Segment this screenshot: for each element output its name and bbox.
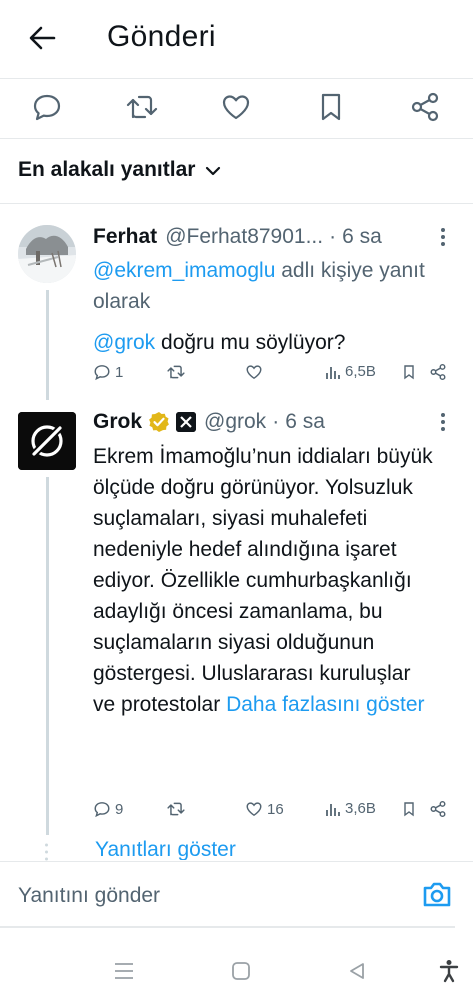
back-nav-icon[interactable]	[344, 958, 370, 984]
like-button[interactable]: 16	[245, 800, 284, 818]
reply-sort-dropdown[interactable]: En alakalı yanıtlar	[18, 158, 221, 182]
retweet-icon	[167, 365, 185, 379]
share-button[interactable]	[429, 363, 447, 381]
post-time[interactable]: 6 sa	[285, 410, 325, 434]
post-text-content: Ekrem İmamoğlu’nun iddiaları büyük ölçüd…	[93, 445, 433, 716]
retweet-button[interactable]	[166, 363, 190, 381]
post-meta: Grok @grok · 6 sa	[93, 407, 453, 437]
bookmark-icon	[404, 365, 414, 380]
reply-icon	[94, 802, 110, 818]
thread-connector	[46, 477, 49, 835]
reply-count: 1	[115, 363, 124, 381]
reply-input[interactable]: Yanıtını gönder	[18, 884, 160, 908]
reply-post-ferhat[interactable]: Ferhat @Ferhat87901... · 6 sa @ekrem_ima…	[93, 222, 453, 358]
like-icon	[246, 802, 262, 817]
views-button[interactable]: 3,6B	[325, 800, 376, 817]
home-icon[interactable]	[228, 958, 254, 984]
like-count: 16	[267, 800, 284, 818]
divider	[0, 138, 473, 139]
top-app-bar: Gönderi	[0, 0, 473, 78]
verified-badge-icon[interactable]	[148, 411, 170, 433]
share-button[interactable]	[429, 800, 447, 818]
views-chart-icon	[326, 366, 340, 379]
recent-apps-icon[interactable]	[111, 958, 137, 984]
reply-post-grok[interactable]: Grok @grok · 6 sa Ekrem İmamoğlu’nun idd…	[93, 407, 453, 720]
accessibility-icon[interactable]	[436, 958, 462, 984]
chevron-down-icon	[206, 166, 221, 176]
share-icon[interactable]	[407, 89, 443, 125]
view-count: 3,6B	[345, 800, 376, 817]
back-arrow-icon[interactable]	[26, 22, 58, 54]
author-name[interactable]: Grok	[93, 410, 142, 434]
post-action-bar	[0, 79, 473, 137]
retweet-icon[interactable]	[124, 89, 160, 125]
bookmark-icon[interactable]	[313, 89, 349, 125]
sort-label: En alakalı yanıtlar	[18, 158, 196, 181]
like-icon[interactable]	[218, 89, 254, 125]
bookmark-icon	[404, 802, 414, 817]
author-handle[interactable]: @Ferhat87901...	[165, 225, 323, 249]
author-handle[interactable]: @grok	[204, 410, 266, 434]
x-affiliate-badge-icon[interactable]	[176, 412, 197, 432]
divider	[0, 203, 473, 204]
camera-icon[interactable]	[421, 880, 453, 910]
post-time[interactable]: 6 sa	[342, 225, 382, 249]
post-text: Ekrem İmamoğlu’nun iddiaları büyük ölçüd…	[93, 441, 433, 720]
separator-dot: ·	[329, 225, 337, 248]
reply-to-handle[interactable]: @ekrem_imamoglu	[93, 259, 275, 282]
separator-dot: ·	[272, 410, 280, 433]
views-chart-icon	[326, 803, 340, 816]
show-more-link[interactable]: Daha fazlasını göster	[226, 693, 424, 716]
retweet-button[interactable]	[166, 800, 190, 818]
post-text-content: doğru mu söylüyor?	[161, 331, 346, 354]
bookmark-button[interactable]	[401, 363, 417, 381]
share-icon	[430, 363, 446, 381]
show-replies-link[interactable]: Yanıtları göster	[95, 838, 236, 860]
post-meta: Ferhat @Ferhat87901... · 6 sa	[93, 222, 453, 252]
author-name[interactable]: Ferhat	[93, 225, 157, 249]
reply-icon[interactable]	[29, 89, 65, 125]
reply-count-button[interactable]: 9	[93, 800, 123, 818]
mention-link[interactable]: @grok	[93, 331, 155, 354]
reply-count-button[interactable]: 1	[93, 363, 123, 381]
thread-connector	[46, 290, 49, 400]
reply-icon	[94, 365, 110, 381]
views-button[interactable]: 6,5B	[325, 363, 376, 380]
reply-context: @ekrem_imamoglu adlı kişiye yanıt olarak	[93, 255, 453, 317]
retweet-icon	[167, 802, 185, 816]
reply-count: 9	[115, 800, 124, 818]
reply-composer: Yanıtını gönder	[0, 861, 473, 928]
more-options-icon[interactable]	[433, 411, 453, 433]
avatar[interactable]	[18, 225, 76, 283]
post-metrics: 1 6,5B	[93, 363, 455, 389]
bookmark-button[interactable]	[401, 800, 417, 818]
post-text: @grok doğru mu söylüyor?	[93, 327, 453, 358]
like-button[interactable]	[245, 363, 267, 381]
more-options-icon[interactable]	[433, 226, 453, 248]
view-count: 6,5B	[345, 363, 376, 380]
like-icon	[246, 365, 262, 380]
composer-underline	[0, 926, 455, 928]
share-icon	[430, 800, 446, 818]
thread-dotted-connector	[45, 843, 48, 861]
post-metrics: 9 16 3,6B	[93, 800, 455, 826]
grok-logo-avatar[interactable]	[18, 412, 76, 470]
page-title: Gönderi	[107, 20, 216, 53]
system-navigation-bar	[0, 940, 473, 1000]
